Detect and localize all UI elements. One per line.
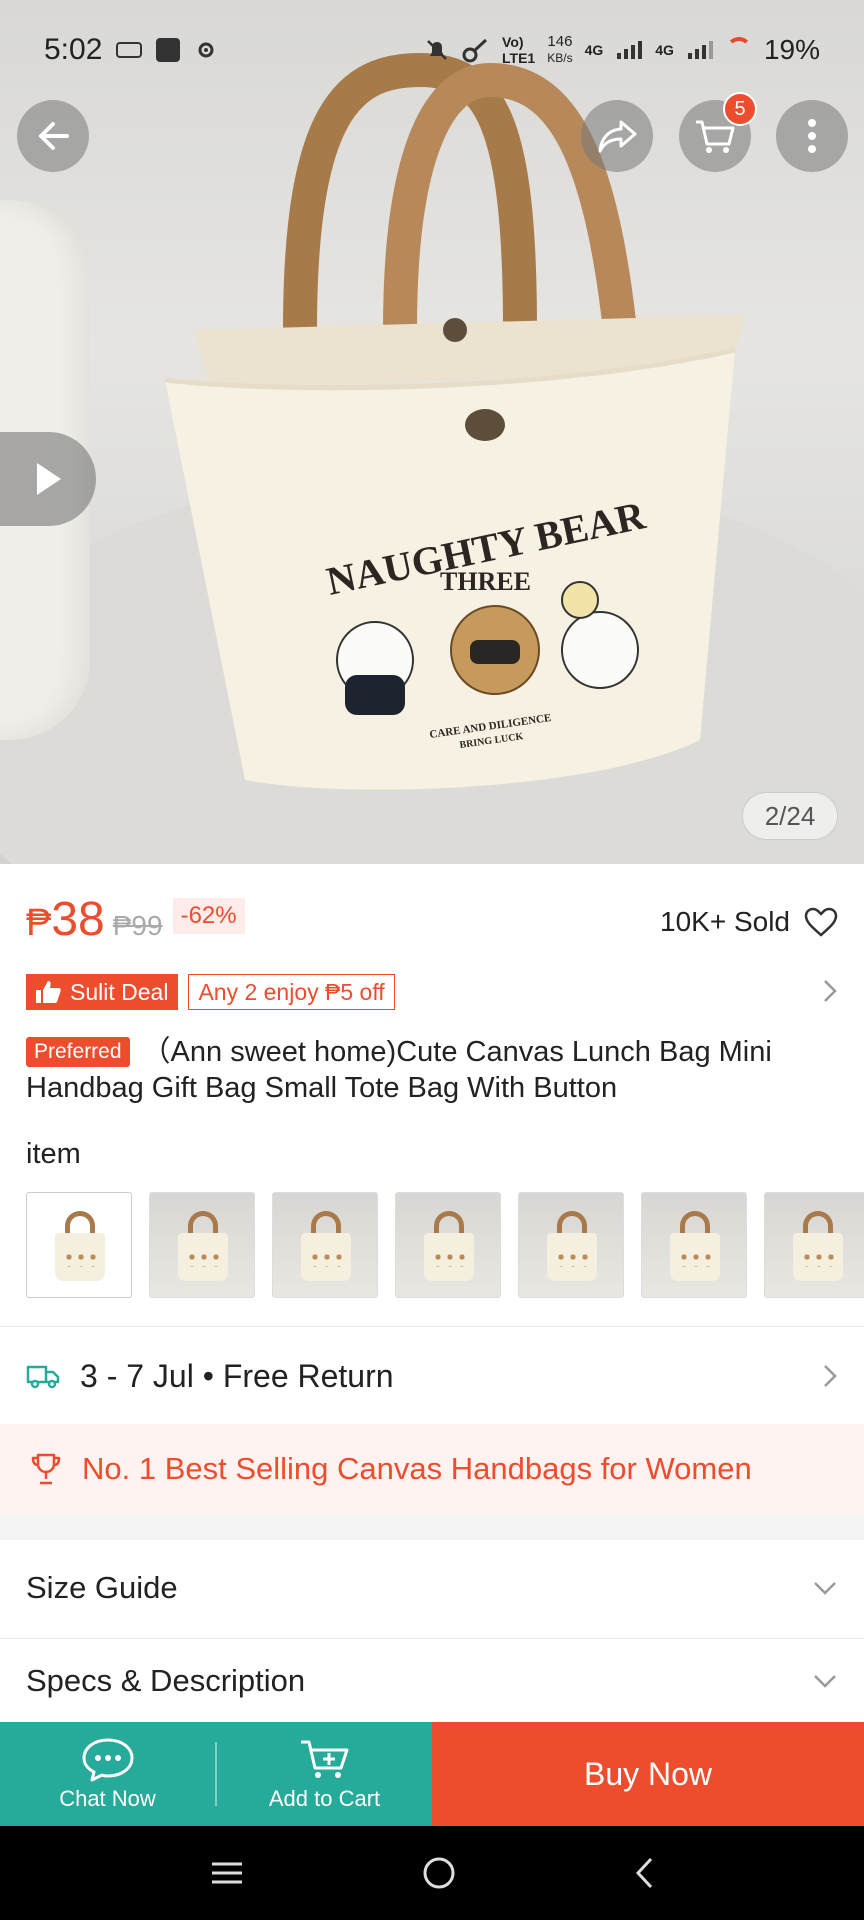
specs-label: Specs & Description (26, 1663, 306, 1698)
share-icon (598, 120, 637, 153)
signal-label-1: 4G (584, 42, 604, 58)
thumbs-up-icon (36, 981, 61, 1003)
chevron-down-icon (814, 1582, 836, 1595)
app-notification-icon (156, 38, 181, 62)
size-guide-label: Size Guide (26, 1570, 178, 1605)
product-title-extra: item (26, 1138, 81, 1170)
discount-badge: -62% (172, 898, 245, 934)
chat-icon (82, 1738, 133, 1782)
mute-bell-icon (427, 40, 447, 60)
sold-count: 10K+ Sold (660, 906, 838, 938)
delivery-text: 3 - 7 Jul • Free Return (80, 1357, 394, 1394)
thumbnail[interactable] (764, 1192, 864, 1298)
add-cart-icon (300, 1740, 348, 1778)
secondary-actions: Chat Now Add to Cart (0, 1722, 432, 1826)
bottom-action-bar: Chat Now Add to Cart Buy Now (0, 1722, 864, 1826)
thumbnail[interactable] (395, 1192, 501, 1298)
variation-thumbnails (26, 1192, 864, 1298)
signal-label-2: 4G (655, 42, 674, 58)
signal-icon (617, 41, 643, 59)
coupon-tag: Any 2 enjoy ₱5 off (188, 974, 395, 1010)
volte-indicator: Vo) LTE1 (502, 34, 536, 66)
bag-print-subtitle: THREE (440, 567, 531, 596)
settings-icon (198, 42, 214, 58)
status-time: 5:02 (44, 33, 103, 66)
thumbnail[interactable] (26, 1192, 132, 1298)
chat-now-button[interactable]: Chat Now (0, 1722, 215, 1826)
price-row: ₱38 ₱99 -62% 10K+ Sold (26, 892, 838, 952)
network-speed: 146 KB/s (547, 33, 573, 66)
thumbnail[interactable] (149, 1192, 255, 1298)
key-icon (462, 38, 488, 63)
status-bar: 5:02 Vo) LTE1 146 KB/s 4G 4G 19% (0, 0, 864, 100)
chevron-right-icon (824, 1365, 837, 1387)
home-icon[interactable] (422, 1856, 456, 1890)
back-button[interactable] (17, 100, 89, 172)
heart-icon[interactable] (804, 907, 838, 937)
size-guide-row[interactable]: Size Guide (0, 1540, 864, 1636)
play-icon (37, 463, 61, 495)
system-navigation-bar (0, 1826, 864, 1920)
trophy-icon (31, 1453, 61, 1485)
best-selling-banner[interactable]: No. 1 Best Selling Canvas Handbags for W… (0, 1424, 864, 1514)
specs-description-row[interactable]: Specs & Description (0, 1640, 864, 1722)
image-counter: 2/24 (742, 792, 838, 840)
thumbnail[interactable] (518, 1192, 624, 1298)
divider (0, 1326, 864, 1327)
original-price: ₱99 (112, 910, 163, 941)
product-image[interactable]: NAUGHTY BEAR THREE CARE AND DILIGENCE BR… (0, 0, 864, 864)
divider (0, 1638, 864, 1639)
more-options-button[interactable] (776, 100, 848, 172)
back-nav-icon[interactable] (633, 1856, 655, 1890)
truck-icon (26, 1365, 60, 1389)
signal-icon-2 (687, 41, 713, 59)
chat-now-label: Chat Now (59, 1786, 156, 1811)
tv-icon (116, 42, 143, 58)
chevron-down-icon (814, 1675, 836, 1688)
arrow-left-icon (39, 122, 69, 150)
more-vertical-icon (808, 119, 816, 153)
add-to-cart-button[interactable]: Add to Cart (217, 1722, 432, 1826)
chevron-right-icon (824, 980, 837, 1002)
deal-row[interactable]: Sulit Deal Any 2 enjoy ₱5 off (26, 972, 838, 1012)
battery-icon (725, 37, 752, 63)
cart-count-badge: 5 (723, 92, 757, 126)
thumbnail[interactable] (641, 1192, 747, 1298)
buy-now-button[interactable]: Buy Now (432, 1722, 864, 1826)
sulit-deal-tag: Sulit Deal (26, 974, 179, 1010)
play-video-button[interactable] (0, 432, 96, 526)
battery-percent: 19% (763, 34, 820, 65)
product-title: Preferred （Ann sweet home)Cute Canvas Lun… (26, 1036, 772, 1104)
delivery-row[interactable]: 3 - 7 Jul • Free Return (26, 1346, 838, 1406)
thumbnail[interactable] (272, 1192, 378, 1298)
section-gap (0, 1514, 864, 1540)
cart-button[interactable]: 5 (679, 92, 757, 172)
banner-text: No. 1 Best Selling Canvas Handbags for W… (82, 1451, 752, 1486)
current-price: ₱38 (26, 893, 105, 946)
add-to-cart-label: Add to Cart (268, 1786, 381, 1811)
menu-icon[interactable] (209, 1859, 245, 1887)
share-button[interactable] (581, 100, 653, 172)
preferred-badge: Preferred (26, 1037, 130, 1067)
